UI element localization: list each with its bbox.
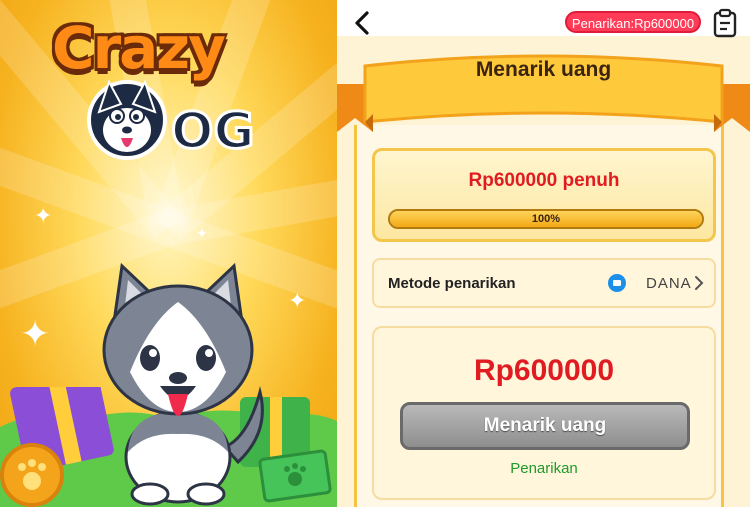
page-title: Menarik uang xyxy=(475,58,612,81)
sparkle-icon: ✦ xyxy=(34,203,53,228)
dana-icon xyxy=(608,274,626,292)
logo-dog-badge: OG xyxy=(87,79,256,162)
sparkle-icon: ✦ xyxy=(288,288,307,313)
husky-mascot xyxy=(102,262,264,506)
sparkle-icon: ✦ xyxy=(196,225,208,241)
chevron-left-icon xyxy=(355,11,369,35)
logo-og: OG xyxy=(171,102,255,160)
progress-bar: 100% xyxy=(388,209,704,229)
withdraw-method-value: DANA xyxy=(646,275,692,292)
amount-progress-card: Rp600000 penuh 100% xyxy=(372,148,716,242)
title-ribbon xyxy=(337,54,750,132)
promo-panel: Crazy OG ✦ ✦ ✦ ✦ ✦ xyxy=(0,0,337,507)
withdraw-history-button[interactable] xyxy=(709,7,741,39)
withdraw-action-card: Rp600000 Menarik uang Penarikan xyxy=(372,326,716,500)
clipboard-icon xyxy=(713,8,737,38)
withdraw-link[interactable]: Penarikan xyxy=(374,460,714,477)
chevron-right-icon xyxy=(695,276,704,290)
withdraw-button[interactable]: Menarik uang xyxy=(400,402,690,450)
paw-cash-icon xyxy=(258,449,332,503)
amount-full-label: Rp600000 penuh xyxy=(468,170,620,191)
withdraw-amount: Rp600000 xyxy=(473,354,615,387)
paw-coin-icon xyxy=(0,443,64,507)
withdraw-balance-pill[interactable]: Penarikan:Rp600000 xyxy=(565,11,701,33)
progress-text: 100% xyxy=(531,213,561,225)
withdraw-method-row[interactable]: Metode penarikan DANA xyxy=(372,258,716,308)
back-button[interactable] xyxy=(345,6,379,40)
sparkle-icon: ✦ xyxy=(20,313,51,354)
withdraw-screen: Penarikan:Rp600000 Menarik uang Rp600000… xyxy=(337,0,750,507)
withdraw-method-label: Metode penarikan xyxy=(388,275,516,292)
